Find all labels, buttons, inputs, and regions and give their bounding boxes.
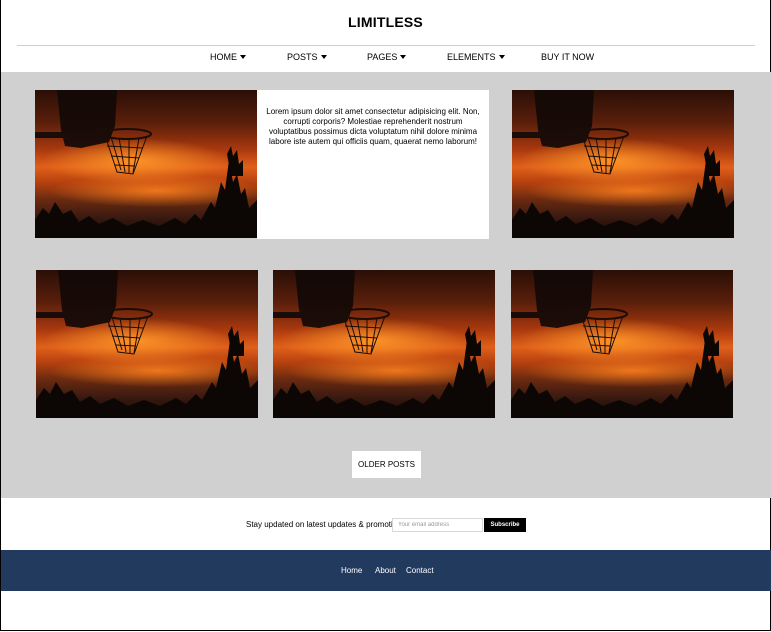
nav-item-label: POSTS	[287, 52, 318, 62]
caret-down-icon	[498, 55, 505, 59]
nav-item-buy-it-now[interactable]: BUY IT NOW	[541, 52, 594, 62]
nav-item-label: BUY IT NOW	[541, 52, 595, 62]
main-nav: HOME POSTS PAGES ELEMENTS BUY IT NOW	[0, 52, 771, 68]
caret-down-icon	[320, 55, 327, 59]
email-field[interactable]	[392, 518, 483, 532]
header-divider	[17, 45, 755, 46]
footer-link-home[interactable]: Home	[341, 566, 362, 575]
nav-item-home[interactable]: HOME	[210, 52, 246, 62]
newsletter-label: Stay updated on latest updates & promoti…	[246, 520, 406, 529]
post-thumbnail[interactable]	[35, 90, 257, 238]
caret-down-icon	[240, 55, 246, 59]
post-thumbnail[interactable]	[273, 270, 495, 418]
nav-item-label: ELEMENTS	[447, 52, 496, 62]
nav-item-pages[interactable]: PAGES	[367, 52, 407, 62]
subscribe-button[interactable]: Subscribe	[484, 518, 526, 532]
nav-item-elements[interactable]: ELEMENTS	[447, 52, 505, 62]
post-thumbnail[interactable]	[36, 270, 258, 418]
footer-link-about[interactable]: About	[375, 566, 396, 575]
nav-item-posts[interactable]: POSTS	[287, 52, 327, 62]
older-posts-button[interactable]: OLDER POSTS	[352, 451, 421, 478]
site-title[interactable]: LIMITLESS	[0, 14, 771, 30]
footer-link-contact[interactable]: Contact	[406, 566, 434, 575]
caret-down-icon	[400, 55, 407, 59]
newsletter-row: Stay updated on latest updates & promoti…	[0, 517, 771, 533]
post-excerpt[interactable]: Lorem ipsum dolor sit amet consectetur a…	[257, 90, 489, 239]
post-thumbnail[interactable]	[511, 270, 733, 418]
nav-item-label: HOME	[210, 52, 237, 62]
nav-item-label: PAGES	[367, 52, 398, 62]
footer: Home About Contact	[1, 550, 771, 591]
post-thumbnail[interactable]	[512, 90, 734, 238]
